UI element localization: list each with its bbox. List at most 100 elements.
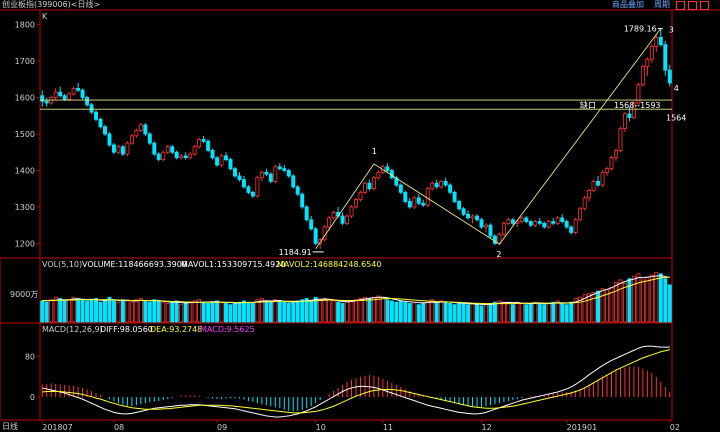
price-tick-label: 1200 [15,239,35,248]
price-tick-label: 1600 [15,94,35,103]
candle-body [179,155,184,159]
candle-body [658,36,663,46]
candle-body [362,182,367,193]
candle-body [111,144,116,153]
volume-bar [76,298,81,323]
level-label: 1564 [666,114,686,123]
candle-body [439,181,444,188]
candle-body [452,191,457,202]
period-button[interactable]: 周期 [654,0,670,10]
vol-legend-volume: VOLUME:118466693.3900 [82,260,187,269]
candle-body [421,202,426,206]
volume-bar [228,304,233,323]
date-label: 12 [482,423,492,432]
volume-bar [663,278,668,323]
candle-body [268,173,273,182]
wave-label-4: 4 [674,84,679,93]
candle-body [241,179,246,188]
volume-bar [219,301,224,323]
candle-body [434,182,439,188]
gap-label: 缺口 [580,100,596,110]
volume-bar [103,299,107,323]
volume-bar [286,303,291,323]
date-label: 08 [114,423,124,432]
candle-body [591,181,596,191]
high-value-label: 1789.16 [624,25,657,34]
candle-body [389,170,394,179]
volume-bar [264,300,269,323]
price-tick-label: 1500 [15,130,35,139]
candle-body [376,171,381,179]
candle-body [667,69,672,84]
candle-body [192,146,197,155]
candle-body [546,221,551,228]
volume-bar [479,305,484,323]
volume-bar [510,304,515,323]
candle-body [510,219,515,224]
candle-body [174,151,179,159]
macd-tick-label: 80 [25,352,35,361]
volume-bar [255,299,260,323]
volume-bar [564,304,569,323]
volume-bar [183,303,188,323]
volume-bar [519,303,524,323]
candle-body [246,186,251,193]
candle-body [416,197,421,204]
window-title: 创业板指(399006)<日线> [2,0,101,9]
candle-body [349,206,354,217]
candle-body [85,97,90,106]
candle-body [542,222,547,228]
candle-body [255,177,260,197]
candle-body [98,119,103,128]
date-label: 201807 [42,423,73,432]
candle-body [582,197,587,210]
volume-bar [654,272,659,323]
candle-body [340,215,345,224]
candle-body [430,182,435,190]
volume-bar [201,301,206,323]
volume-bar [380,296,385,323]
candle-body [484,224,488,228]
candle-body [407,201,412,208]
volume-bar [501,301,506,323]
volume-bar [53,296,58,323]
candle-body [371,177,376,190]
volume-bar [358,298,363,323]
volume-bar [457,301,462,323]
window-option-icon[interactable] [676,1,685,10]
candle-body [578,208,583,221]
candle-body [443,181,448,186]
candle-body [107,133,112,146]
window-option-icon[interactable] [688,1,697,10]
candle-body [76,88,81,91]
candle-body [475,215,479,221]
volume-bar [179,304,184,323]
candle-body [206,140,211,151]
candle-body [286,170,291,177]
volume-bar [569,301,574,323]
candle-body [461,208,466,215]
volume-bar [452,304,457,323]
volume-bar [340,303,345,323]
candle-body [264,171,269,175]
overlay-instrument-button[interactable]: 商品叠加 [612,0,644,10]
volume-bar [210,301,215,323]
candle-body [345,215,350,224]
candle-body [448,184,453,193]
candle-body [134,129,139,137]
volume-bar [40,300,45,323]
volume-bar [134,299,139,323]
volume-bar [206,303,211,323]
volume-bar [273,299,278,323]
macd-indicator-label: MACD(12,26,9) [42,325,103,334]
volume-bar [156,300,161,323]
window-option-icon[interactable] [700,1,709,10]
price-panel-label: K [42,12,48,21]
candle-body [201,139,206,142]
volume-bar [318,299,323,323]
candle-body [609,157,614,170]
volume-bar [506,303,511,323]
candle-body [627,113,632,118]
volume-bar [120,299,125,323]
candle-body [170,146,175,153]
